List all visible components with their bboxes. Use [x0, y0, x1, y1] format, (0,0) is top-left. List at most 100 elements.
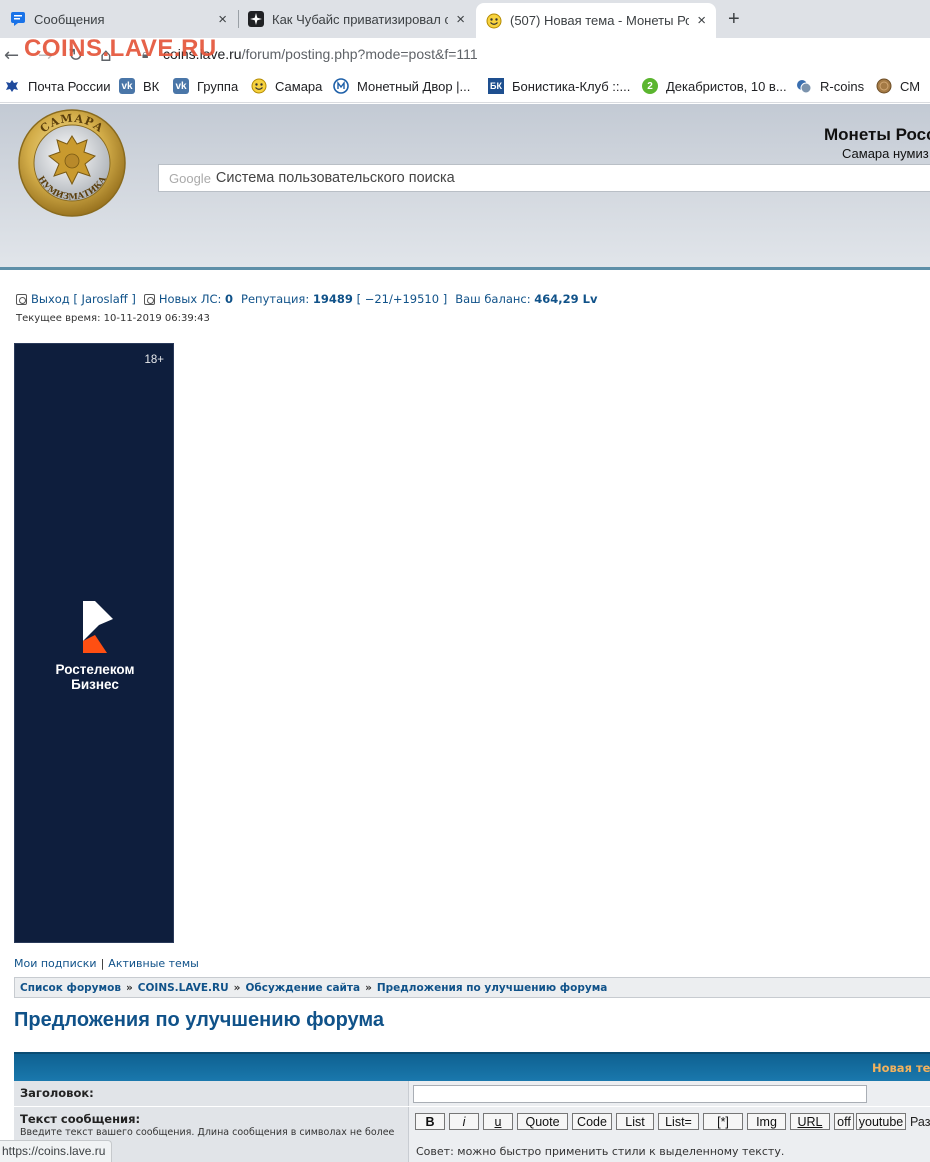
samara-numismatics-logo[interactable]: САМАРА НУМИЗМАТИКА: [17, 108, 127, 218]
new-pm-count: 0: [225, 292, 234, 306]
active-topics-link[interactable]: Активные темы: [108, 957, 199, 970]
bookmark-label: R-coins: [820, 78, 865, 94]
spark-icon: [248, 11, 264, 27]
url-path: /forum/posting.php?mode=post&f=111: [241, 46, 478, 62]
logout-link[interactable]: Выход [ Jaroslaff ]: [31, 292, 136, 306]
tab-title: (507) Новая тема - Монеты Росс: [510, 13, 690, 28]
bookmark-label: ВК: [143, 78, 160, 94]
tab-close-icon[interactable]: ×: [456, 11, 465, 28]
ad-banner[interactable]: 18+ Ростелеком Бизнес: [14, 343, 174, 943]
breadcrumb-site-discussion[interactable]: Обсуждение сайта: [245, 982, 360, 994]
quick-links: Мои подписки | Активные темы: [14, 957, 199, 970]
underline-button[interactable]: u: [483, 1113, 513, 1130]
mint-icon: [333, 78, 349, 94]
my-subscriptions-link[interactable]: Мои подписки: [14, 957, 97, 970]
link-separator: |: [100, 957, 105, 970]
logout-icon: [16, 293, 27, 305]
form-header-title: Новая тем: [872, 1061, 930, 1075]
new-pm-link[interactable]: Новых ЛС:: [159, 292, 222, 306]
subject-label: Заголовок:: [14, 1081, 409, 1106]
vk-icon: vk: [173, 78, 189, 94]
new-tab-icon[interactable]: +: [728, 8, 740, 31]
list-item-button[interactable]: [*]: [703, 1113, 743, 1130]
bookmark-label: СМ: [900, 78, 921, 94]
bold-button[interactable]: B: [415, 1113, 445, 1130]
breadcrumb-forum-index[interactable]: Список форумов: [20, 982, 121, 994]
eagle-icon: [4, 78, 20, 94]
rostelecom-logo-icon: [83, 601, 113, 653]
ordered-list-button[interactable]: List=: [658, 1113, 699, 1130]
breadcrumb: Список форумов » COINS.LAVE.RU » Обсужде…: [14, 977, 930, 998]
youtube-button[interactable]: youtube: [856, 1113, 906, 1130]
reputation-value[interactable]: 19489: [313, 292, 353, 306]
quote-button[interactable]: Quote: [517, 1113, 568, 1130]
bookmark-mint[interactable]: Монетный Двор |...: [333, 78, 470, 94]
message-label: Текст сообщения:: [20, 1112, 141, 1126]
tab-new-topic[interactable]: (507) Новая тема - Монеты Росс ×: [476, 3, 716, 38]
bookmark-vk[interactable]: vk ВК: [119, 78, 159, 94]
breadcrumb-suggestions[interactable]: Предложения по улучшению форума: [377, 982, 608, 994]
formatting-tip: Совет: можно быстро применить стили к вы…: [416, 1145, 785, 1158]
bookmark-label: Самара: [275, 78, 323, 94]
code-button[interactable]: Code: [572, 1113, 612, 1130]
tab-title: Как Чубайс приватизировал стр: [272, 11, 449, 27]
bookmark-dekabristov[interactable]: 2 Декабристов, 10 в...: [642, 78, 787, 94]
bookmark-label: Группа: [197, 78, 239, 94]
ad-brand-line1: Ростелеком: [55, 662, 135, 677]
list-button[interactable]: List: [616, 1113, 654, 1130]
site-search-input[interactable]: Google Система пользовательского поиска: [158, 164, 930, 192]
balance-value[interactable]: 464,29 Lv: [534, 292, 597, 306]
browser-status-bar: https://coins.lave.ru: [0, 1140, 113, 1162]
site-subtitle: Самара нумиз: [842, 146, 929, 161]
offtopic-button[interactable]: off: [834, 1113, 854, 1130]
breadcrumb-separator: »: [125, 981, 133, 994]
smiley-icon: [486, 13, 502, 29]
back-arrow-icon[interactable]: ←: [4, 45, 19, 66]
site-watermark: COINS.LAVE.RU: [24, 35, 217, 62]
italic-button[interactable]: i: [449, 1113, 479, 1130]
bookmark-label: Почта России: [28, 78, 111, 94]
pm-icon: [143, 293, 155, 305]
bookmark-label: Бонистика-Клуб ::...: [512, 78, 631, 94]
smiley-icon: [251, 78, 267, 94]
bookmarks-bar: Почта России vk ВК vk Группа Самара Моне…: [0, 71, 930, 103]
subject-row: Заголовок:: [14, 1081, 930, 1107]
bookmark-group[interactable]: vk Группа: [173, 78, 238, 94]
vk-icon: vk: [119, 78, 135, 94]
site-title: Монеты Росс: [824, 125, 930, 144]
bookmark-label: Монетный Двор |...: [357, 78, 471, 94]
bookmark-label: Декабристов, 10 в...: [666, 78, 787, 94]
tab-close-icon[interactable]: ×: [697, 12, 706, 29]
balance-label: Ваш баланс:: [455, 292, 531, 306]
tab-messages[interactable]: Сообщения ×: [0, 0, 237, 38]
breadcrumb-coins-lave[interactable]: COINS.LAVE.RU: [138, 982, 229, 994]
ad-brand: Ростелеком Бизнес: [15, 662, 175, 692]
page-title[interactable]: Предложения по улучшению форума: [14, 1009, 384, 1032]
tab-close-icon[interactable]: ×: [218, 11, 227, 28]
browser-tab-bar: Сообщения × Как Чубайс приватизировал ст…: [0, 0, 930, 38]
tab-chubais[interactable]: Как Чубайс приватизировал стр ×: [238, 0, 475, 38]
bookmark-bonistika[interactable]: БК Бонистика-Клуб ::...: [488, 78, 630, 94]
google-brand: Google: [169, 170, 211, 186]
reputation-detail: [ −21/+19510 ]: [356, 292, 448, 306]
search-placeholder: Система пользовательского поиска: [215, 170, 455, 186]
coins-icon: [796, 78, 812, 94]
bk-icon: БК: [488, 78, 504, 94]
tab-title: Сообщения: [34, 11, 105, 27]
breadcrumb-separator: »: [233, 981, 241, 994]
bbcode-toolbar: B i u Quote Code List List= [*] Img URL …: [415, 1113, 930, 1130]
bookmark-samara[interactable]: Самара: [251, 78, 322, 94]
subject-input[interactable]: [413, 1085, 867, 1103]
coin-icon: [876, 78, 892, 94]
bookmark-rcoins[interactable]: R-coins: [796, 78, 864, 94]
url-button[interactable]: URL: [790, 1113, 830, 1130]
bookmark-sm[interactable]: СМ: [876, 78, 920, 94]
chat-icon: [10, 11, 26, 27]
message-row: Текст сообщения: Введите текст вашего со…: [14, 1107, 930, 1162]
2gis-icon: 2: [642, 78, 658, 94]
bookmark-pochta[interactable]: Почта России: [4, 78, 111, 94]
img-button[interactable]: Img: [747, 1113, 786, 1130]
form-header-bar: Новая тем: [14, 1052, 930, 1081]
font-size-label: Разм: [910, 1114, 930, 1129]
breadcrumb-separator: »: [365, 981, 372, 994]
